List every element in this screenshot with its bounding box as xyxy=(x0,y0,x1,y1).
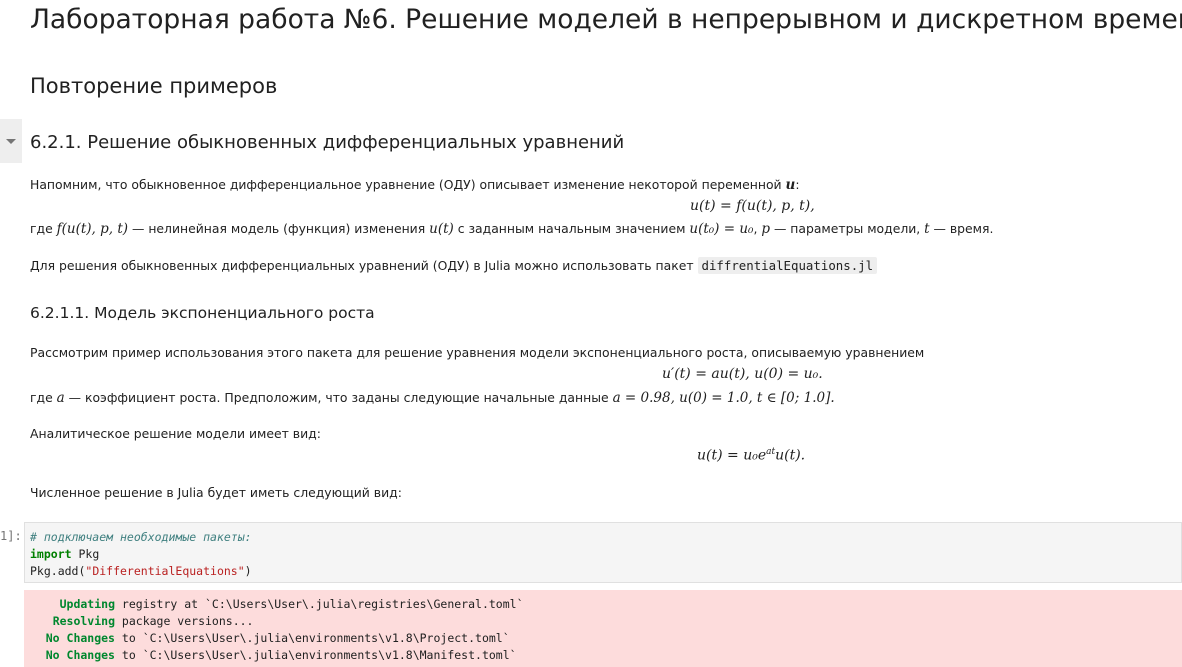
subsection-heading: 6.2.1. Решение обыкновенных дифференциал… xyxy=(30,132,625,153)
output-text: registry at `C:\Users\User\.julia\regist… xyxy=(115,597,524,611)
text: — нелинейная модель (функция) изменения xyxy=(128,221,430,236)
code-text: ) xyxy=(244,564,252,578)
output-status: Resolving xyxy=(52,614,115,628)
section-heading: Повторение примеров xyxy=(30,74,278,98)
output-status: No Changes xyxy=(45,631,115,645)
text: — коэффициент роста. Предположим, что за… xyxy=(64,390,613,405)
math-inline: a = 0.98, u(0) = 1.0, t ∈ [0; 1.0]. xyxy=(612,390,835,406)
output-status: Updating xyxy=(59,597,115,611)
inline-code: diffrentialEquations.jl xyxy=(697,257,878,274)
math-part: u(t). xyxy=(775,447,806,464)
paragraph-numeric: Численное решение в Julia будет иметь сл… xyxy=(30,484,402,502)
text: Для решения обыкновенных дифференциальны… xyxy=(30,258,698,273)
execution-prompt: 1]: xyxy=(0,529,22,543)
output-text: to `C:\Users\User\.julia\environments\v1… xyxy=(115,631,510,645)
math-part: u(t) = u₀e xyxy=(697,447,767,464)
equation-analytic: u(t) = u₀eatu(t). xyxy=(697,447,805,464)
paragraph-package: Для решения обыкновенных дифференциальны… xyxy=(30,257,878,275)
cell-output-stderr: Updating registry at `C:\Users\User\.jul… xyxy=(24,590,1182,667)
math-inline: p xyxy=(761,221,770,237)
text: — время. xyxy=(929,221,994,236)
text: где xyxy=(30,221,57,236)
math-inline: u(t₀) = u₀ xyxy=(689,221,754,237)
output-line: No Changes to `C:\Users\User\.julia\envi… xyxy=(29,630,1182,647)
equation-exp-growth: u′(t) = au(t), u(0) = u₀. xyxy=(662,366,823,382)
code-comment: # подключаем необходимые пакеты: xyxy=(30,530,252,544)
text: Рассмотрим пример использования этого па… xyxy=(30,345,925,360)
output-text: package versions... xyxy=(115,614,254,628)
code-text: Pkg.add( xyxy=(30,564,86,578)
output-line: Updating registry at `C:\Users\User\.jul… xyxy=(29,596,1182,613)
code-string: "DifferentialEquations" xyxy=(85,564,245,578)
output-status: No Changes xyxy=(45,648,115,662)
code-text: Pkg xyxy=(71,547,100,561)
text: — параметры модели, xyxy=(770,221,925,236)
paragraph-coefficients: где a — коэффициент роста. Предположим, … xyxy=(30,389,835,407)
text: с заданным начальным значением xyxy=(453,221,690,236)
subsubsection-heading: 6.2.1.1. Модель экспоненциального роста xyxy=(30,304,375,322)
equation-ode: u(t) = f(u(t), p, t), xyxy=(690,198,815,214)
paragraph-analytic: Аналитическое решение модели имеет вид: xyxy=(30,425,321,443)
text: Напомним, что обыкновенное дифференциаль… xyxy=(30,177,786,192)
paragraph-ode-intro: Напомним, что обыкновенное дифференциаль… xyxy=(30,176,800,194)
code-keyword: import xyxy=(30,547,72,561)
math-inline: u(t) xyxy=(429,221,454,237)
paragraph-ode-desc: где f(u(t), p, t) — нелинейная модель (ф… xyxy=(30,220,993,238)
text: где xyxy=(30,390,57,405)
code-cell-editor[interactable]: # подключаем необходимые пакеты: import … xyxy=(24,522,1182,583)
text: : xyxy=(795,177,800,192)
math-var: u xyxy=(785,177,796,193)
output-text: to `C:\Users\User\.julia\environments\v1… xyxy=(115,648,517,662)
page-title: Лабораторная работа №6. Решение моделей … xyxy=(30,4,1182,35)
paragraph-example: Рассмотрим пример использования этого па… xyxy=(30,344,924,362)
math-inline: f(u(t), p, t) xyxy=(56,221,129,237)
chevron-down-icon xyxy=(6,139,16,144)
math-inline: a xyxy=(56,390,65,406)
text: Аналитическое решение модели имеет вид: xyxy=(30,426,321,441)
output-line: Resolving package versions... xyxy=(29,613,1182,630)
output-line: No Changes to `C:\Users\User\.julia\envi… xyxy=(29,647,1182,664)
math-sup: at xyxy=(766,447,776,457)
collapse-toggle[interactable] xyxy=(0,119,22,163)
text: Численное решение в Julia будет иметь сл… xyxy=(30,485,402,500)
